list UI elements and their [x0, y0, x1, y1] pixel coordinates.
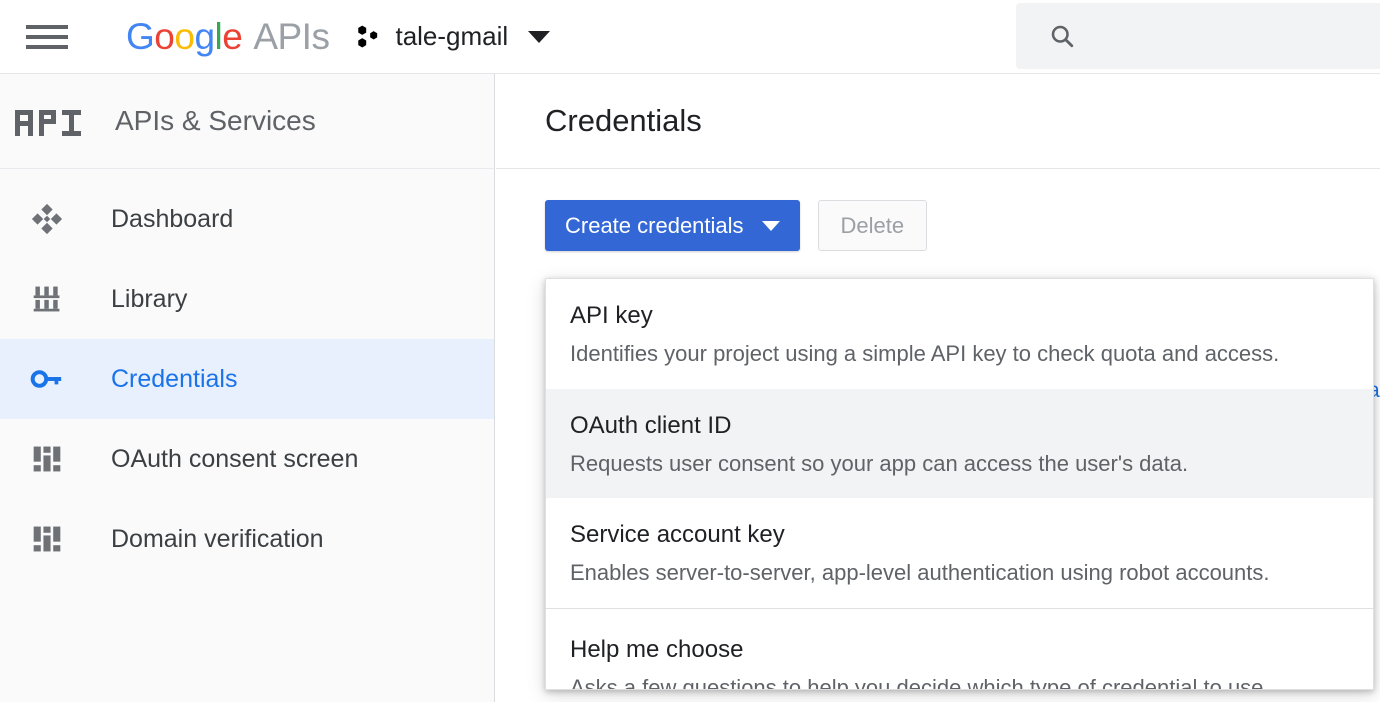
logo-letter-o1: o	[154, 16, 175, 57]
sidebar-item-label: Dashboard	[111, 204, 234, 233]
menu-item-description: Asks a few questions to help you decide …	[570, 674, 1264, 690]
top-app-bar: Google APIs tale-gmail	[0, 0, 1380, 74]
sidebar-item-dashboard[interactable]: Dashboard	[0, 179, 494, 259]
search-box[interactable]	[1016, 3, 1380, 69]
sidebar-nav: Dashboard Library Credentials OAuth cons…	[0, 169, 494, 579]
chevron-down-icon	[761, 220, 780, 231]
sidebar-header: APIs & Services	[0, 74, 494, 169]
sidebar-title: APIs & Services	[115, 105, 316, 136]
logo-letter-e: e	[222, 16, 243, 57]
menu-item-api-key[interactable]: API key Identifies your project using a …	[546, 279, 1373, 389]
sidebar-item-oauth-consent-screen[interactable]: OAuth consent screen	[0, 419, 494, 499]
menu-item-description: Requests user consent so your app can ac…	[570, 450, 1189, 476]
blocks-icon	[25, 521, 69, 557]
hamburger-bar	[26, 24, 68, 29]
library-shelf-icon	[25, 281, 69, 317]
search-input[interactable]	[1094, 25, 1374, 47]
project-name: tale-gmail	[395, 21, 509, 51]
menu-item-oauth-client-id[interactable]: OAuth client ID Requests user consent so…	[546, 388, 1373, 498]
page-title: Credentials	[545, 103, 702, 138]
menu-item-service-account-key[interactable]: Service account key Enables server-to-se…	[546, 498, 1373, 608]
sidebar-item-domain-verification[interactable]: Domain verification	[0, 499, 494, 579]
api-logo-icon	[15, 110, 81, 136]
key-icon	[25, 361, 69, 397]
logo-letter-g2: g	[194, 16, 215, 57]
menu-item-title: OAuth client ID	[570, 411, 732, 439]
dashboard-diamond-icon	[25, 201, 69, 237]
menu-item-description: Enables server-to-server, app-level auth…	[570, 560, 1270, 585]
logo-letter-l: l	[214, 16, 223, 57]
hamburger-menu-icon[interactable]	[25, 15, 69, 59]
logo-letter-g1: G	[126, 16, 155, 57]
credentials-toolbar: Create credentials Delete	[545, 200, 928, 251]
menu-item-help-me-choose[interactable]: Help me choose Asks a few questions to h…	[546, 609, 1373, 690]
create-credentials-dropdown-menu: API key Identifies your project using a …	[545, 278, 1374, 690]
create-credentials-button[interactable]: Create credentials	[545, 200, 800, 251]
hamburger-bar	[26, 44, 68, 49]
page-header: Credentials	[496, 74, 1380, 169]
create-credentials-label: Create credentials	[565, 212, 744, 238]
hamburger-bar	[26, 34, 68, 39]
delete-button[interactable]: Delete	[817, 200, 928, 251]
sidebar-item-label: OAuth consent screen	[111, 444, 359, 473]
sidebar-item-credentials[interactable]: Credentials	[0, 339, 494, 419]
menu-item-description: Identifies your project using a simple A…	[570, 341, 1280, 366]
logo-apis-text: APIs	[253, 16, 330, 57]
sidebar-item-label: Library	[111, 284, 188, 313]
google-apis-logo[interactable]: Google APIs	[126, 16, 330, 57]
sidebar-item-label: Credentials	[111, 364, 238, 393]
chevron-down-icon	[528, 30, 551, 43]
sidebar-item-library[interactable]: Library	[0, 259, 494, 339]
menu-item-title: Service account key	[570, 521, 785, 548]
search-icon	[1051, 25, 1074, 48]
sidebar-item-label: Domain verification	[111, 524, 324, 553]
logo-letter-o2: o	[174, 16, 195, 57]
menu-item-title: API key	[570, 302, 653, 329]
project-selector[interactable]: tale-gmail	[355, 13, 551, 61]
menu-item-title: Help me choose	[570, 635, 744, 663]
project-hexagons-icon	[358, 25, 378, 47]
sidebar: APIs & Services Dashboard Library Creden…	[0, 74, 495, 702]
blocks-icon	[25, 441, 69, 477]
